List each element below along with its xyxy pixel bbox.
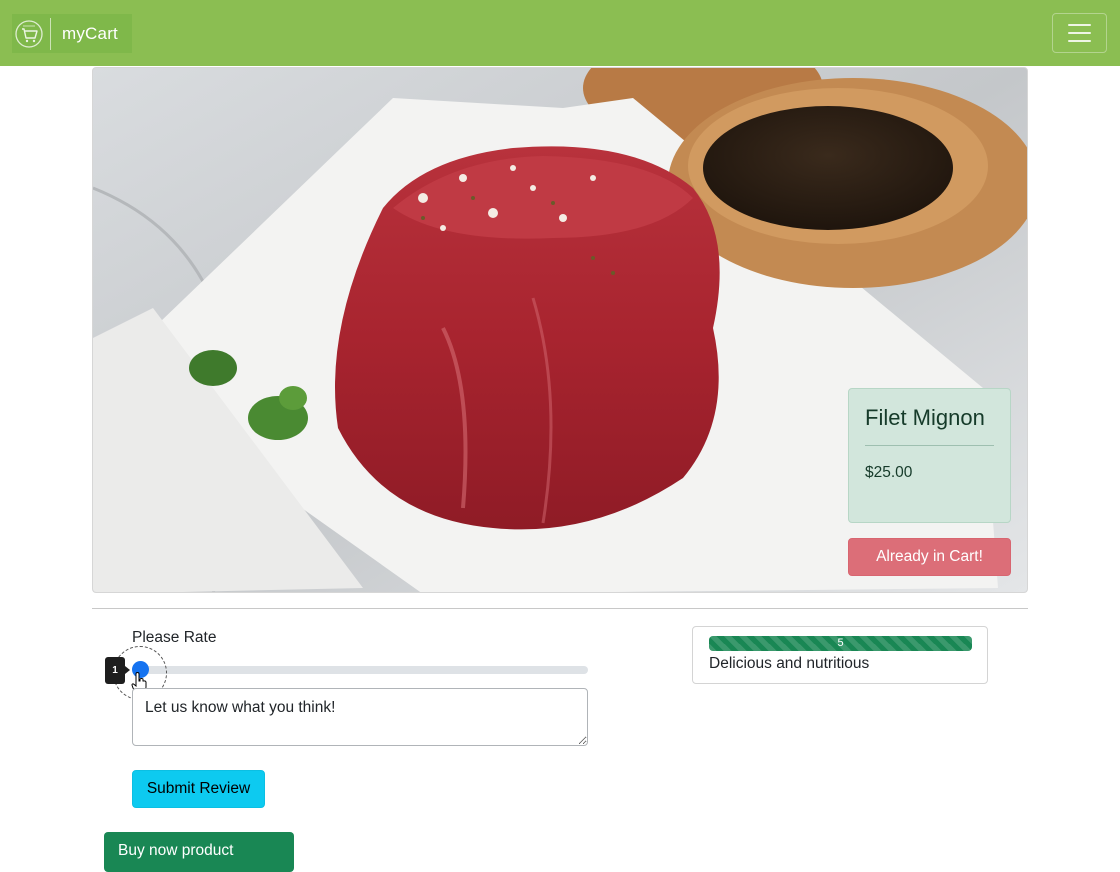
product-hero: Filet Mignon $25.00 Already in Cart! [92,67,1028,593]
product-info-card: Filet Mignon $25.00 [848,388,1011,523]
submit-review-button[interactable]: Submit Review [132,770,265,808]
divider [865,445,994,446]
review-rating-progress: 5 [709,636,972,651]
rating-value-badge: 1 [105,657,130,684]
navbar-toggler-button[interactable] [1052,13,1107,53]
product-title: Filet Mignon [865,405,985,430]
review-comment-input[interactable] [132,688,588,746]
hamburger-menu-icon [1068,24,1091,26]
already-in-cart-button[interactable]: Already in Cart! [848,538,1011,576]
buy-now-button[interactable]: Buy now product [104,832,294,872]
product-price: $25.00 [865,464,913,481]
rating-label: Please Rate [132,629,217,646]
shopping-cart-icon [15,19,43,48]
hamburger-line [1068,32,1091,34]
brand-divider [50,17,51,50]
review-text: Delicious and nutritious [709,655,870,672]
review-card: 5 Delicious and nutritious [692,626,988,684]
brand-name: myCart [62,23,118,43]
hamburger-line [1068,40,1091,42]
brand-link[interactable]: myCart [12,14,132,53]
rating-slider[interactable] [132,666,588,674]
navbar: myCart [0,0,1120,66]
review-rating-bar: 5 [709,636,972,651]
section-divider [92,608,1028,609]
